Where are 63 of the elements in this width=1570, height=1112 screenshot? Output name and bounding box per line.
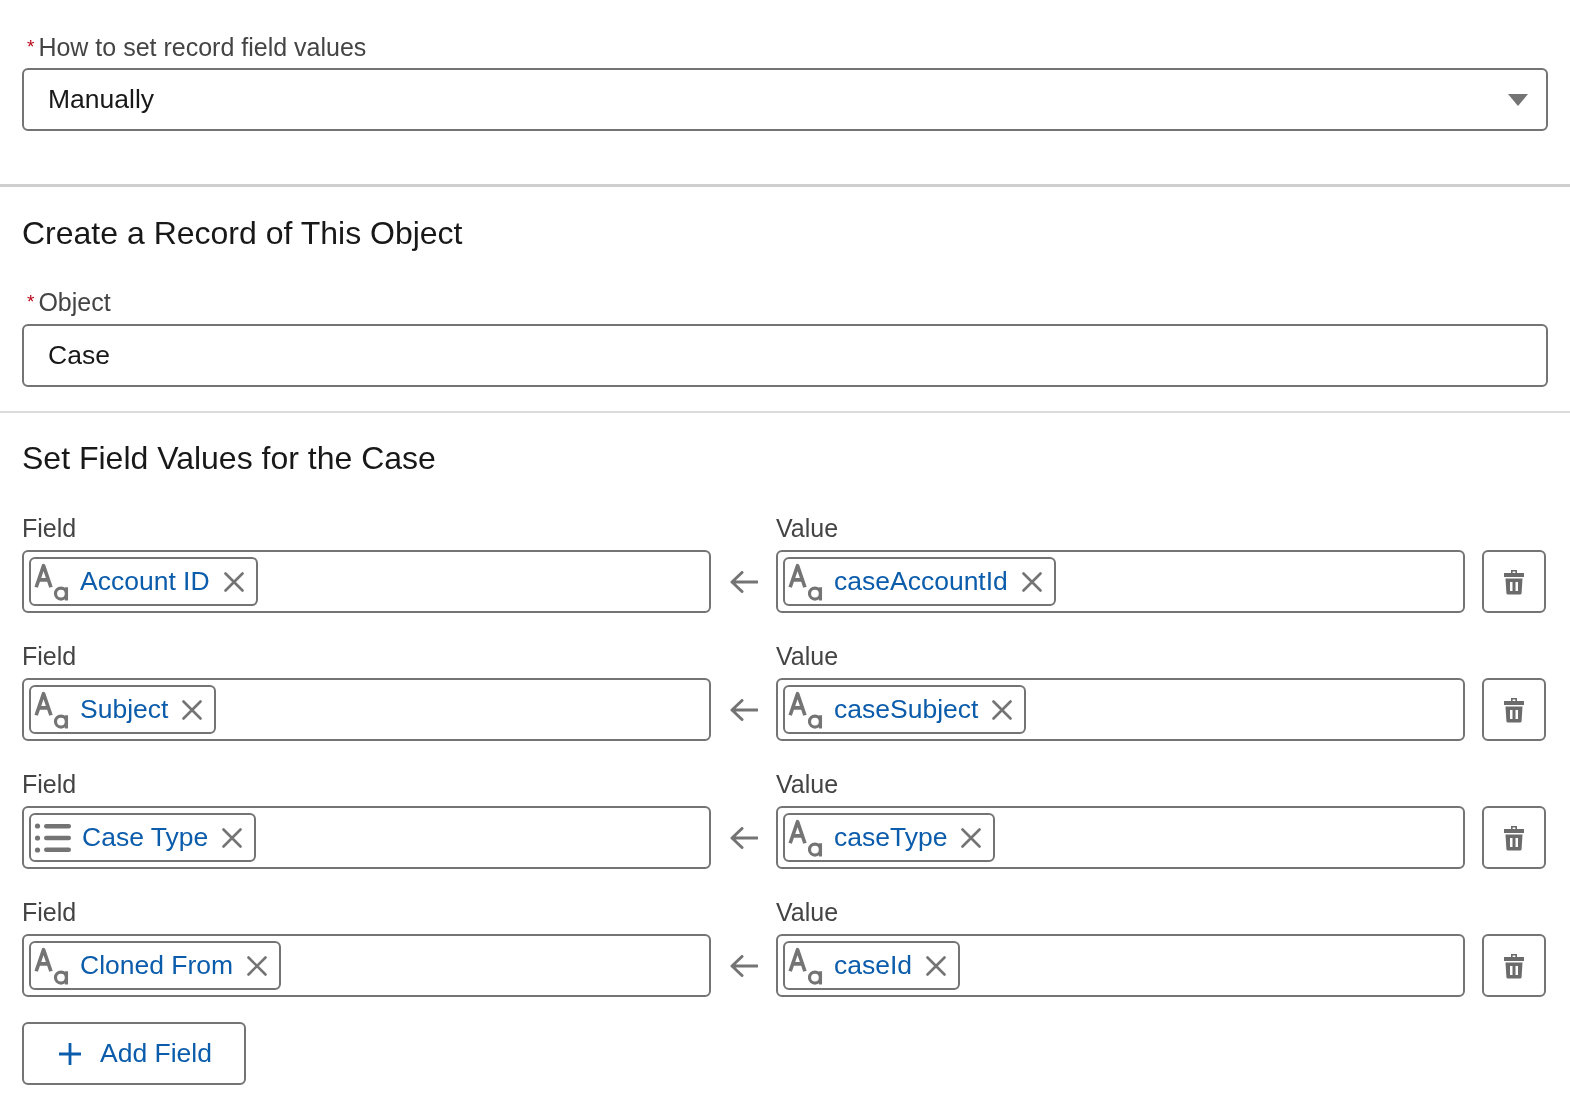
token-label: caseSubject — [834, 694, 979, 725]
token-label: Case Type — [82, 822, 209, 853]
required-asterisk: * — [27, 291, 35, 312]
field-input[interactable]: Subject — [22, 678, 711, 741]
value-input[interactable]: caseAccountId — [776, 550, 1465, 613]
delete-button[interactable] — [1482, 934, 1546, 997]
close-icon[interactable] — [182, 699, 203, 720]
required-asterisk: * — [27, 36, 35, 57]
arrow-left-icon — [729, 570, 758, 593]
plus-icon — [58, 1041, 82, 1066]
arrow-left-icon — [729, 954, 758, 977]
text-input[interactable]: Case — [22, 324, 1548, 387]
close-icon[interactable] — [247, 955, 268, 976]
field-label: Object — [38, 288, 111, 316]
field-label: Field — [22, 770, 77, 798]
text-type-icon — [788, 562, 824, 601]
field-label: Field — [22, 898, 77, 926]
token-label: Account ID — [80, 566, 210, 597]
text-type-icon — [34, 690, 70, 729]
dropdown[interactable]: Manually — [22, 68, 1548, 131]
field-label: How to set record field values — [38, 33, 367, 61]
trash-icon — [1503, 568, 1525, 595]
value-input[interactable]: caseSubject — [776, 678, 1465, 741]
field-label: Field — [22, 514, 77, 542]
arrow-left-icon — [729, 698, 758, 721]
caret-down-icon — [1508, 93, 1528, 106]
delete-button[interactable] — [1482, 550, 1546, 613]
value-label: Value — [776, 898, 839, 926]
value-label: Value — [776, 770, 839, 798]
text-type-icon — [34, 946, 70, 985]
delete-button[interactable] — [1482, 678, 1546, 741]
text-type-icon — [788, 818, 824, 857]
token-label: caseId — [834, 950, 913, 981]
close-icon[interactable] — [961, 827, 982, 848]
text-type-icon — [34, 562, 70, 601]
section-heading: Create a Record of This Object — [22, 214, 463, 252]
close-icon[interactable] — [992, 699, 1013, 720]
list-icon — [34, 821, 72, 854]
trash-icon — [1503, 696, 1525, 723]
text-type-icon — [788, 690, 824, 729]
close-icon[interactable] — [222, 827, 243, 848]
value-label: Value — [776, 642, 839, 670]
token-label: Cloned From — [80, 950, 234, 981]
token-label: Subject — [80, 694, 169, 725]
token-label: caseAccountId — [834, 566, 1008, 597]
text-type-icon — [788, 946, 824, 985]
field-input[interactable]: Account ID — [22, 550, 711, 613]
field-input[interactable]: Case Type — [22, 806, 711, 869]
value-input[interactable]: caseType — [776, 806, 1465, 869]
delete-button[interactable] — [1482, 806, 1546, 869]
arrow-left-icon — [729, 826, 758, 849]
close-icon[interactable] — [1021, 571, 1042, 592]
value-label: Value — [776, 514, 839, 542]
field-label: Field — [22, 642, 77, 670]
field-input[interactable]: Cloned From — [22, 934, 711, 997]
section-heading: Set Field Values for the Case — [22, 439, 436, 477]
trash-icon — [1503, 824, 1525, 851]
token-label: caseType — [834, 822, 948, 853]
add-field-button[interactable]: Add Field — [22, 1022, 246, 1085]
close-icon[interactable] — [223, 571, 244, 592]
trash-icon — [1503, 952, 1525, 979]
close-icon[interactable] — [926, 955, 947, 976]
value-input[interactable]: caseId — [776, 934, 1465, 997]
